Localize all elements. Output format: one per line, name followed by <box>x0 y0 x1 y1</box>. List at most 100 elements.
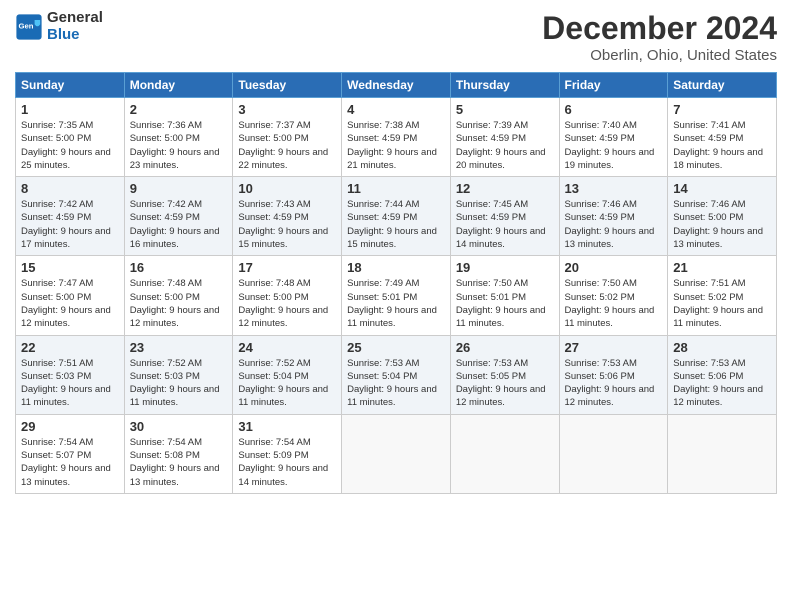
day-info: Sunrise: 7:45 AMSunset: 4:59 PMDaylight:… <box>456 198 554 251</box>
calendar-cell: 9 Sunrise: 7:42 AMSunset: 4:59 PMDayligh… <box>124 177 233 256</box>
day-number: 28 <box>673 340 771 355</box>
week-row-5: 29 Sunrise: 7:54 AMSunset: 5:07 PMDaylig… <box>16 414 777 493</box>
day-number: 21 <box>673 260 771 275</box>
calendar-cell: 13 Sunrise: 7:46 AMSunset: 4:59 PMDaylig… <box>559 177 668 256</box>
calendar-cell <box>450 414 559 493</box>
day-info: Sunrise: 7:54 AMSunset: 5:09 PMDaylight:… <box>238 436 336 489</box>
calendar-cell: 2 Sunrise: 7:36 AMSunset: 5:00 PMDayligh… <box>124 98 233 177</box>
day-number: 13 <box>565 181 663 196</box>
day-number: 25 <box>347 340 445 355</box>
day-number: 30 <box>130 419 228 434</box>
day-number: 16 <box>130 260 228 275</box>
day-info: Sunrise: 7:41 AMSunset: 4:59 PMDaylight:… <box>673 119 771 172</box>
day-info: Sunrise: 7:35 AMSunset: 5:00 PMDaylight:… <box>21 119 119 172</box>
logo-icon: Gen <box>15 13 43 41</box>
header-sunday: Sunday <box>16 73 125 98</box>
header-thursday: Thursday <box>450 73 559 98</box>
day-info: Sunrise: 7:53 AMSunset: 5:06 PMDaylight:… <box>565 357 663 410</box>
day-info: Sunrise: 7:36 AMSunset: 5:00 PMDaylight:… <box>130 119 228 172</box>
day-number: 31 <box>238 419 336 434</box>
day-info: Sunrise: 7:46 AMSunset: 5:00 PMDaylight:… <box>673 198 771 251</box>
calendar-cell: 10 Sunrise: 7:43 AMSunset: 4:59 PMDaylig… <box>233 177 342 256</box>
header-saturday: Saturday <box>668 73 777 98</box>
day-number: 29 <box>21 419 119 434</box>
calendar-cell: 14 Sunrise: 7:46 AMSunset: 5:00 PMDaylig… <box>668 177 777 256</box>
day-number: 23 <box>130 340 228 355</box>
day-info: Sunrise: 7:40 AMSunset: 4:59 PMDaylight:… <box>565 119 663 172</box>
calendar-cell: 11 Sunrise: 7:44 AMSunset: 4:59 PMDaylig… <box>342 177 451 256</box>
day-info: Sunrise: 7:39 AMSunset: 4:59 PMDaylight:… <box>456 119 554 172</box>
logo-line2: Blue <box>47 27 103 44</box>
day-number: 27 <box>565 340 663 355</box>
header-monday: Monday <box>124 73 233 98</box>
calendar-cell: 1 Sunrise: 7:35 AMSunset: 5:00 PMDayligh… <box>16 98 125 177</box>
calendar-cell: 4 Sunrise: 7:38 AMSunset: 4:59 PMDayligh… <box>342 98 451 177</box>
day-info: Sunrise: 7:54 AMSunset: 5:07 PMDaylight:… <box>21 436 119 489</box>
day-number: 20 <box>565 260 663 275</box>
day-number: 4 <box>347 102 445 117</box>
day-number: 9 <box>130 181 228 196</box>
day-number: 10 <box>238 181 336 196</box>
calendar-cell: 19 Sunrise: 7:50 AMSunset: 5:01 PMDaylig… <box>450 256 559 335</box>
svg-text:Gen: Gen <box>19 21 34 30</box>
day-info: Sunrise: 7:48 AMSunset: 5:00 PMDaylight:… <box>238 277 336 330</box>
calendar-body: 1 Sunrise: 7:35 AMSunset: 5:00 PMDayligh… <box>16 98 777 494</box>
calendar-cell: 5 Sunrise: 7:39 AMSunset: 4:59 PMDayligh… <box>450 98 559 177</box>
location-title: Oberlin, Ohio, United States <box>542 47 777 64</box>
month-title: December 2024 <box>542 10 777 47</box>
calendar-cell: 3 Sunrise: 7:37 AMSunset: 5:00 PMDayligh… <box>233 98 342 177</box>
calendar-cell: 29 Sunrise: 7:54 AMSunset: 5:07 PMDaylig… <box>16 414 125 493</box>
day-info: Sunrise: 7:38 AMSunset: 4:59 PMDaylight:… <box>347 119 445 172</box>
day-info: Sunrise: 7:44 AMSunset: 4:59 PMDaylight:… <box>347 198 445 251</box>
day-info: Sunrise: 7:50 AMSunset: 5:02 PMDaylight:… <box>565 277 663 330</box>
calendar-cell: 16 Sunrise: 7:48 AMSunset: 5:00 PMDaylig… <box>124 256 233 335</box>
logo: Gen General Blue <box>15 10 103 43</box>
day-info: Sunrise: 7:50 AMSunset: 5:01 PMDaylight:… <box>456 277 554 330</box>
week-row-3: 15 Sunrise: 7:47 AMSunset: 5:00 PMDaylig… <box>16 256 777 335</box>
day-number: 3 <box>238 102 336 117</box>
calendar-cell: 7 Sunrise: 7:41 AMSunset: 4:59 PMDayligh… <box>668 98 777 177</box>
day-info: Sunrise: 7:52 AMSunset: 5:04 PMDaylight:… <box>238 357 336 410</box>
calendar-cell: 28 Sunrise: 7:53 AMSunset: 5:06 PMDaylig… <box>668 335 777 414</box>
day-info: Sunrise: 7:42 AMSunset: 4:59 PMDaylight:… <box>130 198 228 251</box>
day-number: 5 <box>456 102 554 117</box>
calendar-cell: 26 Sunrise: 7:53 AMSunset: 5:05 PMDaylig… <box>450 335 559 414</box>
calendar-cell: 15 Sunrise: 7:47 AMSunset: 5:00 PMDaylig… <box>16 256 125 335</box>
day-info: Sunrise: 7:53 AMSunset: 5:04 PMDaylight:… <box>347 357 445 410</box>
calendar-cell: 27 Sunrise: 7:53 AMSunset: 5:06 PMDaylig… <box>559 335 668 414</box>
calendar-cell: 18 Sunrise: 7:49 AMSunset: 5:01 PMDaylig… <box>342 256 451 335</box>
calendar-cell: 6 Sunrise: 7:40 AMSunset: 4:59 PMDayligh… <box>559 98 668 177</box>
header-tuesday: Tuesday <box>233 73 342 98</box>
calendar-cell: 12 Sunrise: 7:45 AMSunset: 4:59 PMDaylig… <box>450 177 559 256</box>
day-info: Sunrise: 7:46 AMSunset: 4:59 PMDaylight:… <box>565 198 663 251</box>
calendar-cell <box>342 414 451 493</box>
calendar-header-row: Sunday Monday Tuesday Wednesday Thursday… <box>16 73 777 98</box>
week-row-1: 1 Sunrise: 7:35 AMSunset: 5:00 PMDayligh… <box>16 98 777 177</box>
day-info: Sunrise: 7:54 AMSunset: 5:08 PMDaylight:… <box>130 436 228 489</box>
day-info: Sunrise: 7:49 AMSunset: 5:01 PMDaylight:… <box>347 277 445 330</box>
calendar-cell: 21 Sunrise: 7:51 AMSunset: 5:02 PMDaylig… <box>668 256 777 335</box>
day-number: 24 <box>238 340 336 355</box>
day-number: 12 <box>456 181 554 196</box>
day-number: 18 <box>347 260 445 275</box>
calendar-cell: 30 Sunrise: 7:54 AMSunset: 5:08 PMDaylig… <box>124 414 233 493</box>
day-number: 26 <box>456 340 554 355</box>
day-number: 22 <box>21 340 119 355</box>
day-info: Sunrise: 7:53 AMSunset: 5:05 PMDaylight:… <box>456 357 554 410</box>
day-info: Sunrise: 7:51 AMSunset: 5:02 PMDaylight:… <box>673 277 771 330</box>
week-row-2: 8 Sunrise: 7:42 AMSunset: 4:59 PMDayligh… <box>16 177 777 256</box>
title-block: December 2024 Oberlin, Ohio, United Stat… <box>542 10 777 64</box>
calendar-cell: 25 Sunrise: 7:53 AMSunset: 5:04 PMDaylig… <box>342 335 451 414</box>
header: Gen General Blue December 2024 Oberlin, … <box>15 10 777 64</box>
week-row-4: 22 Sunrise: 7:51 AMSunset: 5:03 PMDaylig… <box>16 335 777 414</box>
day-info: Sunrise: 7:48 AMSunset: 5:00 PMDaylight:… <box>130 277 228 330</box>
calendar-cell <box>668 414 777 493</box>
calendar-cell: 17 Sunrise: 7:48 AMSunset: 5:00 PMDaylig… <box>233 256 342 335</box>
day-number: 15 <box>21 260 119 275</box>
header-wednesday: Wednesday <box>342 73 451 98</box>
calendar-table: Sunday Monday Tuesday Wednesday Thursday… <box>15 72 777 494</box>
day-info: Sunrise: 7:37 AMSunset: 5:00 PMDaylight:… <box>238 119 336 172</box>
main-container: Gen General Blue December 2024 Oberlin, … <box>0 0 792 504</box>
calendar-cell: 20 Sunrise: 7:50 AMSunset: 5:02 PMDaylig… <box>559 256 668 335</box>
calendar-cell: 23 Sunrise: 7:52 AMSunset: 5:03 PMDaylig… <box>124 335 233 414</box>
